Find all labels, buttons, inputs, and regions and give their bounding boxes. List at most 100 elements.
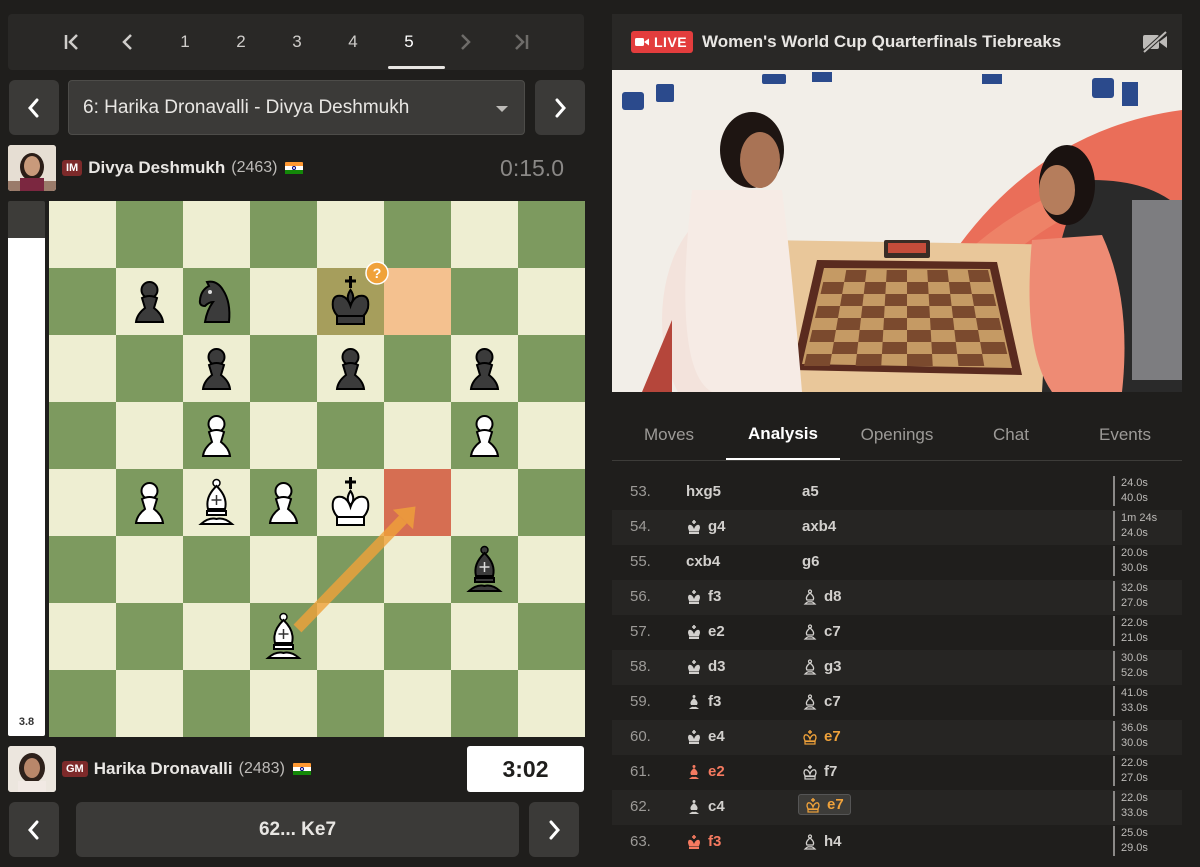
move-number: 60. [630,728,651,745]
board-square[interactable] [49,335,116,402]
black-move[interactable]: e7 [802,728,841,745]
white-move[interactable]: f3 [686,833,721,850]
board-square[interactable] [116,335,183,402]
chess-board[interactable]: ? [49,201,585,737]
black-move[interactable]: e7 [798,794,851,815]
board-square[interactable] [317,670,384,737]
board-square[interactable] [250,670,317,737]
board-square[interactable] [183,201,250,268]
white-move[interactable]: hxg5 [686,483,721,500]
board-square[interactable] [250,536,317,603]
round-tab-5[interactable]: 5 [389,14,429,70]
board-square[interactable] [49,536,116,603]
prev-move-button[interactable] [9,802,59,857]
game-select-dropdown[interactable]: 6: Harika Dronavalli - Divya Deshmukh [68,80,525,135]
black-move[interactable]: h4 [802,833,842,850]
prev-game-button[interactable] [9,80,59,135]
board-square[interactable] [451,268,518,335]
white-move[interactable]: e2 [686,623,725,640]
board-square[interactable] [183,603,250,670]
white-move[interactable]: c4 [686,798,725,815]
board-square[interactable] [317,201,384,268]
first-round-icon[interactable] [52,14,92,70]
tab-chat[interactable]: Chat [954,410,1068,460]
board-square[interactable] [384,201,451,268]
tab-events[interactable]: Events [1068,410,1182,460]
avatar[interactable] [8,145,56,191]
board-square[interactable] [384,670,451,737]
board-square[interactable] [518,536,585,603]
board-square[interactable] [116,536,183,603]
round-tab-2[interactable]: 2 [221,14,261,70]
board-square[interactable] [49,201,116,268]
board-square[interactable] [384,335,451,402]
video-off-icon[interactable] [1142,30,1168,54]
white-move[interactable]: d3 [686,658,726,675]
player-name[interactable]: Harika Dronavalli [94,759,233,779]
board-square[interactable] [518,335,585,402]
board-square[interactable] [317,603,384,670]
board-square[interactable] [250,335,317,402]
black-move[interactable]: f7 [802,763,837,780]
board-square[interactable] [518,603,585,670]
board-square[interactable] [49,469,116,536]
tab-openings[interactable]: Openings [840,410,954,460]
board-square[interactable] [451,603,518,670]
black-king-icon [802,729,818,745]
board-square[interactable] [49,268,116,335]
white-move[interactable]: cxb4 [686,553,720,570]
black-move[interactable]: axb4 [802,518,836,535]
black-move[interactable]: d8 [802,588,842,605]
board-square[interactable] [116,201,183,268]
board-square[interactable] [49,670,116,737]
white-move[interactable]: g4 [686,518,726,535]
black-move[interactable]: a5 [802,483,819,500]
black-move[interactable]: c7 [802,623,841,640]
board-square[interactable] [49,603,116,670]
broadcast-video[interactable] [612,70,1182,392]
board-square[interactable] [518,469,585,536]
next-move-button[interactable] [529,802,579,857]
white-move[interactable]: e4 [686,728,725,745]
black-move[interactable]: g6 [802,553,820,570]
board-square[interactable] [451,201,518,268]
tab-analysis[interactable]: Analysis [726,410,840,460]
board-square[interactable] [183,536,250,603]
last-round-icon[interactable] [501,14,541,70]
board-square[interactable] [116,670,183,737]
board-square[interactable] [384,536,451,603]
board-square[interactable] [183,670,250,737]
board-square[interactable] [384,603,451,670]
tab-moves[interactable]: Moves [612,410,726,460]
board-square[interactable] [317,402,384,469]
board-square[interactable] [451,469,518,536]
white-king-icon [686,729,702,745]
board-square[interactable] [250,402,317,469]
white-move[interactable]: f3 [686,588,721,605]
white-move-time: 25.0s [1121,827,1148,839]
avatar[interactable] [8,746,56,792]
round-tab-4[interactable]: 4 [333,14,373,70]
black-move[interactable]: g3 [802,658,842,675]
board-square[interactable] [384,402,451,469]
board-square[interactable] [518,201,585,268]
next-game-button[interactable] [535,80,585,135]
board-square[interactable] [451,670,518,737]
board-square[interactable] [518,670,585,737]
board-square[interactable] [518,268,585,335]
white-move[interactable]: e2 [686,763,725,780]
board-square[interactable] [518,402,585,469]
board-square[interactable] [116,402,183,469]
board-square[interactable] [250,268,317,335]
board-square[interactable] [116,603,183,670]
current-move-button[interactable]: 62... Ke7 [76,802,519,857]
player-name[interactable]: Divya Deshmukh [88,158,225,178]
round-tab-3[interactable]: 3 [277,14,317,70]
black-move[interactable]: c7 [802,693,841,710]
round-tab-1[interactable]: 1 [165,14,205,70]
white-move[interactable]: f3 [686,693,721,710]
next-round-icon[interactable] [445,14,485,70]
board-square[interactable] [250,201,317,268]
prev-round-icon[interactable] [108,14,148,70]
board-square[interactable] [49,402,116,469]
